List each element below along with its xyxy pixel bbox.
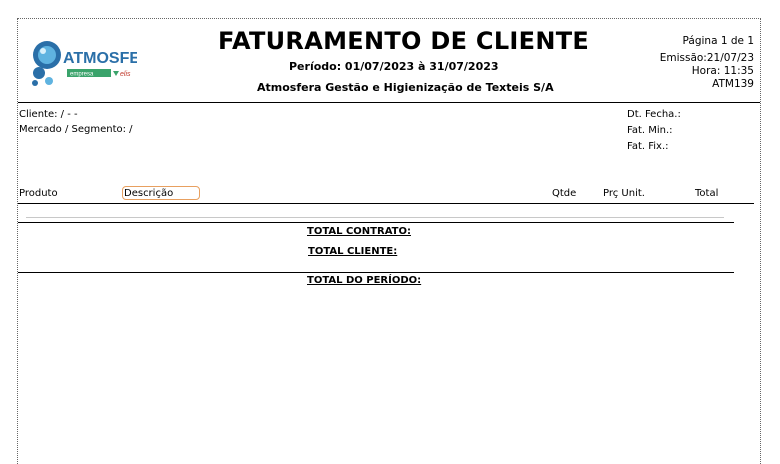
- report-page: ATMOSFERA empresa elis FATURAMENTO DE CL…: [17, 18, 761, 464]
- totals-divider: [18, 222, 734, 223]
- col-unit-price: Prç Unit.: [603, 188, 645, 199]
- columns-divider: [18, 203, 754, 204]
- report-period: Período: 01/07/2023 à 31/07/2023: [289, 60, 499, 73]
- detail-separator: [26, 217, 724, 218]
- fat-min-label: Fat. Min.:: [627, 125, 673, 136]
- logo-partner: elis: [120, 71, 131, 78]
- logo-brand-text: ATMOSFERA: [63, 50, 137, 67]
- emission-time: Hora: 11:35: [691, 65, 754, 77]
- page-number: Página 1 de 1: [682, 35, 754, 47]
- total-period-label: TOTAL DO PERÍODO:: [307, 275, 422, 286]
- emission-date: Emissão:21/07/23: [659, 52, 754, 64]
- company-name: Atmosfera Gestão e Higienização de Texte…: [257, 81, 554, 94]
- close-date-label: Dt. Fecha.:: [627, 109, 681, 120]
- total-contract-label: TOTAL CONTRATO:: [307, 226, 411, 237]
- total-client-label: TOTAL CLIENTE:: [308, 246, 398, 257]
- col-product: Produto: [19, 188, 58, 199]
- logo-tagline: empresa: [70, 72, 94, 78]
- client-label: Cliente: / - -: [19, 109, 78, 120]
- col-description[interactable]: Descrição: [124, 188, 173, 199]
- report-title: FATURAMENTO DE CLIENTE: [218, 27, 590, 55]
- report-code: ATM139: [712, 78, 754, 90]
- period-divider: [18, 272, 734, 273]
- segment-label: Mercado / Segmento: /: [19, 124, 133, 135]
- fat-fix-label: Fat. Fix.:: [627, 141, 669, 152]
- col-qty: Qtde: [552, 188, 577, 199]
- col-total: Total: [695, 188, 719, 199]
- company-logo: ATMOSFERA empresa elis: [27, 35, 164, 91]
- header-divider: [18, 102, 760, 103]
